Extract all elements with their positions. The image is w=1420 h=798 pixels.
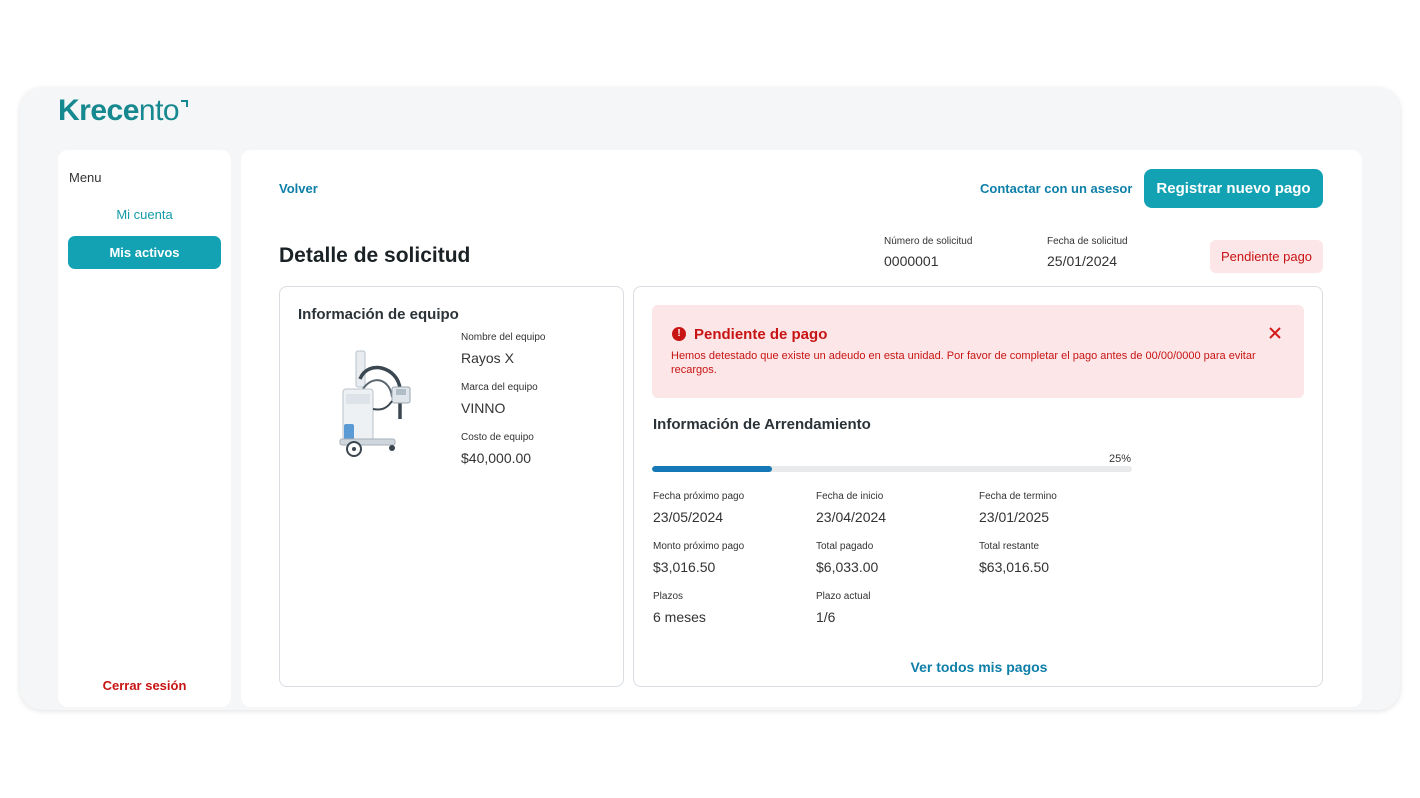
equipment-name-value: Rayos X — [461, 350, 514, 366]
field-label: Fecha próximo pago — [653, 491, 745, 502]
progress-fill — [652, 466, 772, 472]
logo-text-light: nto — [138, 94, 180, 127]
equipment-cost-label: Costo de equipo — [461, 432, 534, 443]
field-value: 6 meses — [653, 609, 706, 625]
equipment-brand-value: VINNO — [461, 400, 506, 416]
equipment-brand-label: Marca del equipo — [461, 382, 538, 393]
back-link[interactable]: Volver — [279, 181, 318, 196]
field-value: 1/6 — [816, 609, 836, 625]
field-label: Monto próximo pago — [653, 541, 745, 552]
equipment-brand: Marca del equipo VINNO — [461, 382, 538, 416]
exclamation-icon: ! — [672, 327, 686, 341]
lease-card: ! Pendiente de pago Hemos detestado que … — [633, 286, 1323, 687]
menu-title: Menu — [69, 170, 102, 185]
field-total-paid: Total pagado $6,033.00 — [816, 541, 878, 575]
request-date-value: 25/01/2024 — [1047, 253, 1118, 269]
sidebar-item-mis-activos[interactable]: Mis activos — [68, 236, 221, 269]
logo-text-mid: e — [122, 94, 140, 127]
field-terms: Plazos 6 meses — [653, 591, 706, 625]
equipment-card: Información de equipo Nombre del equipo … — [279, 286, 624, 687]
equipment-name: Nombre del equipo Rayos X — [461, 332, 546, 366]
field-next-payment-date: Fecha próximo pago 23/05/2024 — [653, 491, 744, 525]
field-value: $63,016.50 — [979, 559, 1050, 575]
lease-progress-bar — [652, 466, 1132, 472]
request-number: Número de solicitud 0000001 — [884, 236, 972, 269]
logo-mark-icon — [181, 100, 189, 107]
field-label: Plazo actual — [816, 591, 871, 602]
brand-logo: Krecento — [58, 94, 189, 128]
field-start-date: Fecha de inicio 23/04/2024 — [816, 491, 886, 525]
sidebar-item-mi-cuenta[interactable]: Mi cuenta — [68, 198, 221, 231]
field-total-remaining: Total restante $63,016.50 — [979, 541, 1049, 575]
field-label: Fecha de inicio — [816, 491, 884, 502]
view-all-payments-link[interactable]: Ver todos mis pagos — [634, 659, 1324, 675]
x-ray-machine-image — [339, 350, 411, 457]
field-label: Fecha de termino — [979, 491, 1057, 502]
field-value: 23/01/2025 — [979, 509, 1050, 525]
equipment-cost: Costo de equipo $40,000.00 — [461, 432, 534, 466]
field-value: $6,033.00 — [816, 559, 879, 575]
equipment-section-title: Información de equipo — [298, 306, 459, 323]
alert-title: Pendiente de pago — [694, 326, 828, 343]
field-current-term: Plazo actual 1/6 — [816, 591, 870, 625]
close-glyph — [1269, 327, 1281, 339]
logout-link[interactable]: Cerrar sesión — [58, 678, 231, 693]
close-icon[interactable] — [1264, 323, 1286, 345]
field-label: Total restante — [979, 541, 1040, 552]
sidebar: Menu Mi cuenta Mis activos Cerrar sesión — [58, 150, 231, 707]
register-payment-button[interactable]: Registrar nuevo pago — [1144, 169, 1323, 208]
request-number-label: Número de solicitud — [884, 236, 973, 247]
field-value: 23/04/2024 — [816, 509, 887, 525]
field-value: 23/05/2024 — [653, 509, 724, 525]
request-date: Fecha de solicitud 25/01/2024 — [1047, 236, 1128, 269]
main-panel: Volver Contactar con un asesor Registrar… — [241, 150, 1362, 707]
equipment-cost-value: $40,000.00 — [461, 450, 532, 466]
field-next-payment-amount: Monto próximo pago $3,016.50 — [653, 541, 744, 575]
field-label: Plazos — [653, 591, 684, 602]
field-value: $3,016.50 — [653, 559, 716, 575]
contact-advisor-link[interactable]: Contactar con un asesor — [980, 181, 1132, 196]
lease-section-title: Información de Arrendamiento — [653, 416, 871, 433]
payment-alert: ! Pendiente de pago Hemos detestado que … — [652, 305, 1304, 398]
page-title: Detalle de solicitud — [279, 244, 471, 267]
app-window: Krecento Menu Mi cuenta Mis activos Cerr… — [20, 88, 1400, 710]
alert-message: Hemos detestado que existe un adeudo en … — [671, 350, 1256, 376]
request-date-label: Fecha de solicitud — [1047, 236, 1128, 247]
equipment-name-label: Nombre del equipo — [461, 332, 546, 343]
progress-label: 25% — [1109, 453, 1132, 465]
logo-text-bold: Krec — [58, 94, 123, 127]
field-label: Total pagado — [816, 541, 874, 552]
request-number-value: 0000001 — [884, 253, 939, 269]
field-end-date: Fecha de termino 23/01/2025 — [979, 491, 1057, 525]
status-badge: Pendiente pago — [1210, 240, 1323, 273]
